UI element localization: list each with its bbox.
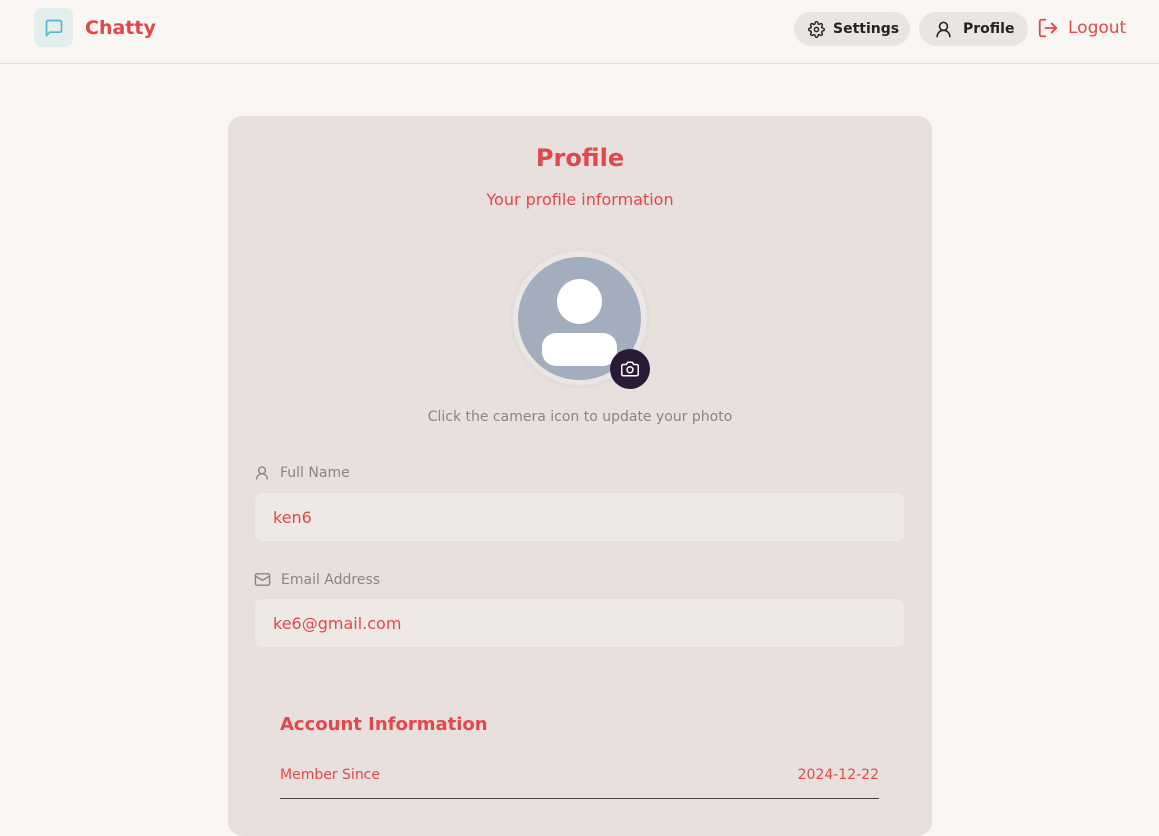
full-name-field[interactable]: ken6 [254,492,905,542]
logout-button[interactable]: Logout [1037,15,1126,41]
page-subtitle: Your profile information [486,190,674,209]
message-square-icon [34,8,73,47]
logout-label: Logout [1068,18,1127,38]
account-info-title: Account Information [280,714,488,735]
full-name-label-text: Full Name [280,465,350,481]
settings-label: Settings [833,21,900,37]
email-field[interactable]: ke6@gmail.com [254,598,905,648]
email-label: Email Address [254,571,380,588]
account-info-row: Member Since 2024-12-22 [280,767,879,799]
logout-icon [1037,17,1059,39]
member-since-label: Member Since [280,767,380,783]
gear-icon [808,20,825,38]
avatar-head [557,279,602,324]
brand-link[interactable]: Chatty [34,8,156,47]
navbar: Chatty Settings Profile Logout [0,0,1159,64]
email-label-text: Email Address [281,571,381,588]
brand-name: Chatty [85,16,156,39]
full-name-label: Full Name [254,465,350,481]
avatar-body [542,333,617,366]
camera-upload-button[interactable] [610,349,650,389]
mail-icon [254,571,271,588]
avatar-hint: Click the camera icon to update your pho… [427,409,733,425]
user-icon [934,20,953,39]
profile-card: Profile Your profile information Click t… [228,116,932,836]
user-icon [254,465,270,481]
profile-button[interactable]: Profile [919,12,1028,46]
profile-label: Profile [963,21,1015,37]
page-title: Profile [535,144,625,172]
settings-button[interactable]: Settings [794,12,910,46]
camera-icon [621,360,639,378]
member-since-value: 2024-12-22 [797,767,879,783]
